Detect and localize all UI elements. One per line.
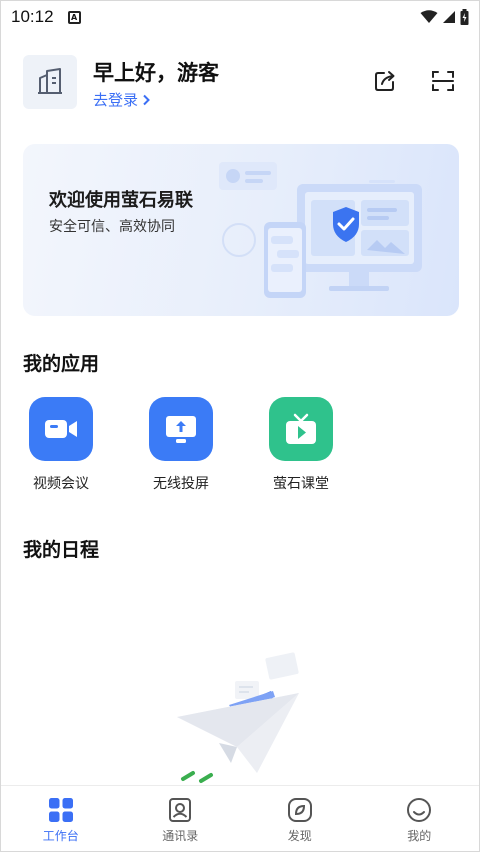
- video-camera-icon: [29, 397, 93, 461]
- my-apps-title: 我的应用: [23, 353, 100, 375]
- wifi-icon: [420, 10, 438, 23]
- avatar[interactable]: [23, 55, 77, 109]
- share-button[interactable]: [371, 67, 399, 95]
- nav-item-workbench[interactable]: 工作台: [1, 786, 121, 851]
- nav-label: 我的: [407, 829, 432, 843]
- status-indicators: [420, 9, 469, 25]
- nav-item-discover[interactable]: 发现: [240, 786, 360, 851]
- building-icon: [38, 68, 62, 94]
- signal-icon: [443, 11, 455, 23]
- scan-icon: [432, 71, 454, 91]
- login-link[interactable]: 去登录: [93, 89, 150, 110]
- nav-label: 工作台: [42, 829, 79, 843]
- app-label: 视频会议: [33, 476, 89, 492]
- banner-title: 欢迎使用萤石易联: [49, 190, 193, 211]
- nav-item-contacts[interactable]: 通讯录: [121, 786, 241, 851]
- chevron-right-icon: [143, 94, 150, 105]
- app-grid: 视频会议 无线投屏 萤石课堂: [23, 397, 457, 497]
- scan-button[interactable]: [429, 67, 457, 95]
- header: 早上好，游客 去登录: [23, 53, 457, 113]
- screen-cast-icon: [149, 397, 213, 461]
- nav-label: 通讯录: [162, 829, 199, 843]
- schedule-title: 我的日程: [23, 539, 100, 561]
- nav-item-mine[interactable]: 我的: [360, 786, 480, 851]
- bottom-nav: 工作台 通讯录 发现 我的: [1, 785, 479, 851]
- status-time: 10:12: [11, 7, 54, 26]
- smile-icon: [405, 796, 433, 824]
- banner-subtitle: 安全可信、高效协同: [49, 219, 175, 235]
- contacts-icon: [166, 796, 194, 824]
- tv-play-icon: [269, 397, 333, 461]
- app-wireless-cast[interactable]: 无线投屏: [136, 397, 226, 497]
- grid-icon: [47, 796, 75, 824]
- login-link-label: 去登录: [93, 91, 139, 109]
- nav-label: 发现: [287, 829, 312, 843]
- app-label: 无线投屏: [153, 476, 209, 492]
- app-ezviz-class[interactable]: 萤石课堂: [256, 397, 346, 497]
- app-label: 萤石课堂: [273, 476, 329, 492]
- empty-schedule-illustration: [177, 652, 299, 783]
- status-bar: 10:12 A: [1, 1, 479, 33]
- greeting-text: 早上好，游客: [93, 61, 219, 85]
- app-video-meeting[interactable]: 视频会议: [16, 397, 106, 497]
- devices-illustration: [219, 162, 422, 298]
- battery-icon: [460, 9, 469, 25]
- app-screen: 10:12 A 早上好，游客 去登录 欢迎使用萤石易联 安全可信、高效协同 我的…: [0, 0, 480, 852]
- notification-icon: A: [67, 10, 81, 24]
- share-icon: [375, 71, 395, 91]
- compass-icon: [286, 796, 314, 824]
- welcome-banner[interactable]: 欢迎使用萤石易联 安全可信、高效协同: [23, 144, 459, 316]
